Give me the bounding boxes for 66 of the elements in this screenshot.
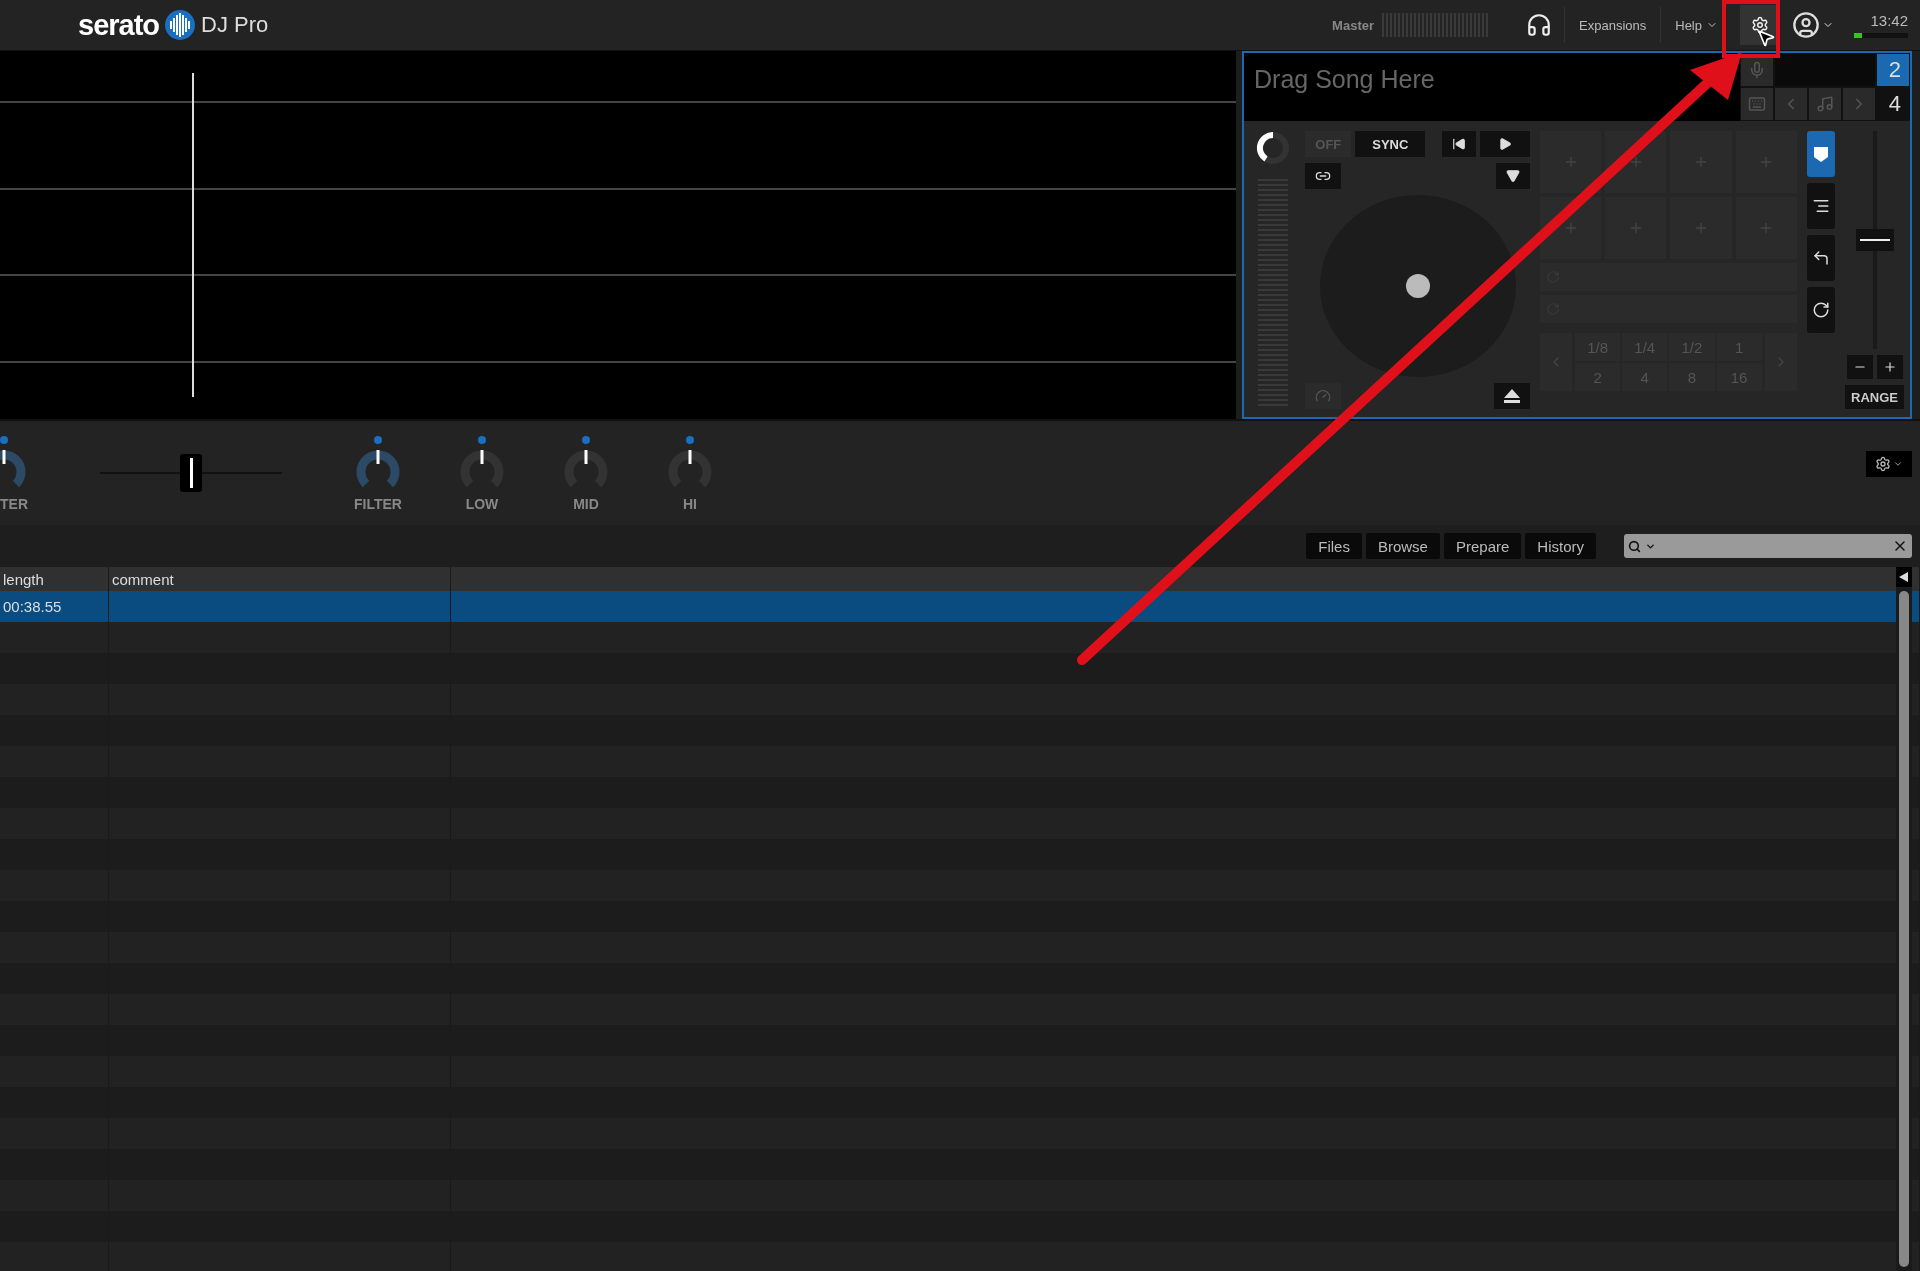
search-field[interactable]	[1624, 534, 1912, 558]
brand-logo: serato	[78, 8, 160, 42]
clock: 13:42	[1870, 12, 1908, 29]
note-button[interactable]	[1809, 88, 1841, 120]
keyboard-button[interactable]	[1741, 88, 1773, 120]
knob-label: LOW	[465, 496, 499, 512]
triangle-icon	[1505, 169, 1520, 183]
skip-back-icon	[1451, 137, 1466, 151]
user-icon	[1792, 11, 1820, 39]
scrollbar-thumb[interactable]	[1899, 591, 1909, 1267]
play-icon	[1497, 137, 1512, 151]
collapse-button[interactable]	[1896, 567, 1912, 587]
cue-pad[interactable]	[1539, 131, 1602, 193]
plus-icon	[1882, 360, 1897, 374]
battery-bar	[1854, 33, 1908, 38]
settings-menu-button[interactable]	[1866, 451, 1912, 477]
knob-label: FILTER	[354, 496, 402, 512]
cursor-icon	[1756, 28, 1776, 48]
library-tab[interactable]: Files	[1306, 533, 1362, 559]
previous-track-button[interactable]	[1441, 131, 1476, 157]
product-name: DJ Pro	[201, 12, 269, 38]
minus-button[interactable]	[1846, 355, 1873, 379]
loop-mode-button[interactable]	[1806, 235, 1836, 281]
gain-knob[interactable]	[1255, 131, 1290, 165]
plus-button[interactable]	[1876, 355, 1903, 379]
rotate-icon	[1811, 301, 1830, 319]
library-tab[interactable]: Prepare	[1443, 533, 1522, 559]
song-drop-zone[interactable]: Drag Song Here	[1244, 53, 1740, 121]
lines-icon	[1811, 197, 1830, 215]
eject-button[interactable]	[1493, 383, 1530, 409]
expansions-link[interactable]: Expansions	[1564, 7, 1661, 43]
crossfader-thumb[interactable]	[180, 454, 202, 492]
mic-icon	[1748, 61, 1766, 79]
music-note-icon	[1816, 95, 1834, 113]
pitch-slider-thumb[interactable]	[1855, 229, 1894, 251]
sync-button[interactable]: SYNC	[1355, 131, 1426, 157]
caret-icon	[1893, 459, 1903, 469]
sync-mode-button[interactable]	[1806, 287, 1836, 333]
settings-icon	[1875, 456, 1891, 472]
master-label: Master	[1332, 17, 1375, 33]
platter-marker	[1405, 274, 1430, 298]
roll-mode-button[interactable]	[1806, 183, 1836, 229]
return-arrow-icon	[1811, 249, 1830, 267]
triangle-left-icon	[1899, 572, 1909, 582]
search-icon	[1628, 539, 1641, 553]
library-tab[interactable]: Browse	[1365, 533, 1440, 559]
link-button[interactable]	[1305, 163, 1342, 189]
deck-number[interactable]: 2	[1877, 54, 1909, 86]
tempo-button[interactable]	[1305, 383, 1342, 409]
flip-button[interactable]	[1495, 163, 1530, 189]
cue-mode-button[interactable]	[1806, 131, 1836, 177]
play-button[interactable]	[1479, 131, 1530, 157]
knob-label: MID	[573, 496, 599, 512]
keyboard-icon	[1748, 95, 1766, 113]
gauge-icon	[1315, 388, 1332, 404]
marker-icon	[1811, 145, 1830, 163]
help-menu[interactable]: Help	[1660, 7, 1732, 43]
track-row[interactable]: 00:38.55	[0, 591, 1920, 622]
range-button[interactable]: RANGE	[1845, 385, 1904, 409]
eject-icon	[1503, 389, 1520, 403]
knob-label: HI	[683, 496, 697, 512]
settings-icon	[1751, 16, 1769, 34]
library-tab[interactable]: History	[1525, 533, 1596, 559]
knob-label: TER	[0, 496, 28, 512]
headphones-icon[interactable]	[1526, 12, 1553, 38]
logo-icon	[165, 10, 196, 40]
